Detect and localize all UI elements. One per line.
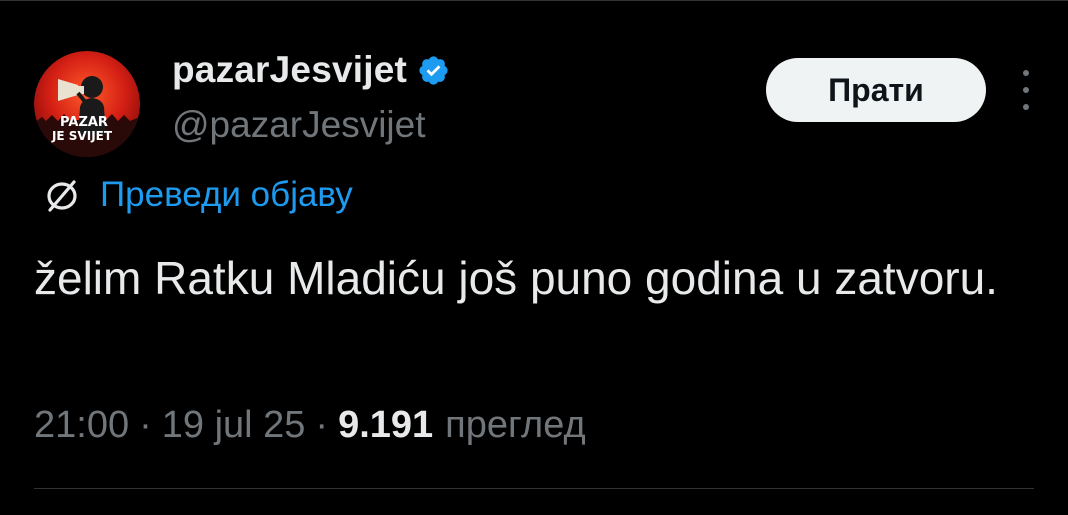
avatar[interactable]: PAZAR JE SVIJET <box>34 51 140 157</box>
meta-separator: · <box>315 404 329 446</box>
account-handle[interactable]: @pazarJesvijet <box>172 100 426 150</box>
megaphone-person-avatar-icon: PAZAR JE SVIJET <box>34 51 140 157</box>
follow-button[interactable]: Прати <box>766 58 986 122</box>
top-border <box>0 0 1068 1</box>
translate-label[interactable]: Преведи објаву <box>100 175 353 215</box>
tweet-meta: 21:00 · 19 jul 25 · 9.191 преглед <box>34 404 586 458</box>
display-name-row[interactable]: pazarJesvijet <box>172 45 450 95</box>
translate-post-link[interactable]: Преведи објаву <box>40 170 353 220</box>
tweet-text: želim Ratku Mladiću još puno godina u za… <box>34 252 998 304</box>
more-dot <box>1023 87 1029 93</box>
tweet-time[interactable]: 21:00 <box>34 404 129 447</box>
more-dot <box>1023 104 1029 110</box>
meta-separator: · <box>139 404 152 446</box>
divider <box>34 488 1034 489</box>
avatar-text-line1: PAZAR <box>60 115 108 130</box>
more-dot <box>1023 70 1029 76</box>
views-count: 9.191 <box>338 404 434 446</box>
translate-icon <box>40 173 84 217</box>
verified-badge-icon <box>417 54 450 87</box>
avatar-text-line2: JE SVIJET <box>51 129 113 143</box>
display-name[interactable]: pazarJesvijet <box>172 49 407 91</box>
views-label: преглед <box>445 404 586 446</box>
tweet-date[interactable]: 19 jul 25 <box>162 404 306 447</box>
more-vertical-icon[interactable] <box>1015 70 1037 110</box>
